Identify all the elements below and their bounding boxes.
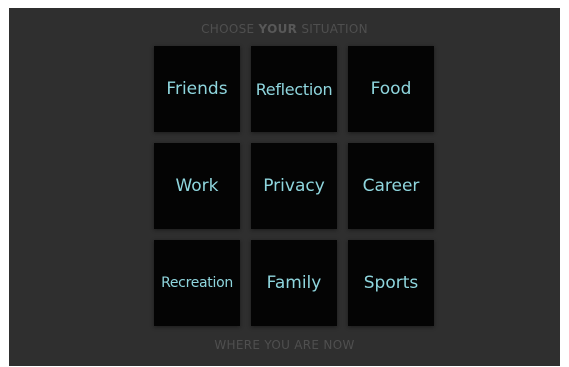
situation-label: Privacy [263, 176, 325, 196]
situation-label: Friends [166, 79, 228, 99]
heading-emphasis: YOUR [258, 22, 298, 36]
situation-tile-sports[interactable]: Sports [348, 240, 434, 326]
situation-label: Family [266, 273, 322, 293]
choose-situation-heading: CHOOSE YOUR SITUATION [9, 22, 560, 36]
situation-tile-food[interactable]: Food [348, 46, 434, 132]
situation-label: Reflection [255, 79, 333, 99]
heading-prefix: CHOOSE [201, 22, 259, 36]
where-you-are-now-caption: WHERE YOU ARE NOW [214, 338, 355, 352]
situation-tile-work[interactable]: Work [154, 143, 240, 229]
situation-label: Work [175, 176, 219, 196]
situation-tile-reflection[interactable]: Reflection [251, 46, 337, 132]
situation-tile-family[interactable]: Family [251, 240, 337, 326]
situation-tile-friends[interactable]: Friends [154, 46, 240, 132]
situation-label: Recreation [161, 275, 233, 291]
situation-label: Food [370, 79, 412, 99]
situation-label: Sports [363, 273, 419, 293]
situation-panel: CHOOSE YOUR SITUATION Friends Reflection… [9, 8, 560, 366]
heading-suffix: SITUATION [297, 22, 368, 36]
situation-tile-privacy[interactable]: Privacy [251, 143, 337, 229]
situation-tile-recreation[interactable]: Recreation [154, 240, 240, 326]
situation-tile-career[interactable]: Career [348, 143, 434, 229]
situation-label: Career [362, 176, 420, 196]
